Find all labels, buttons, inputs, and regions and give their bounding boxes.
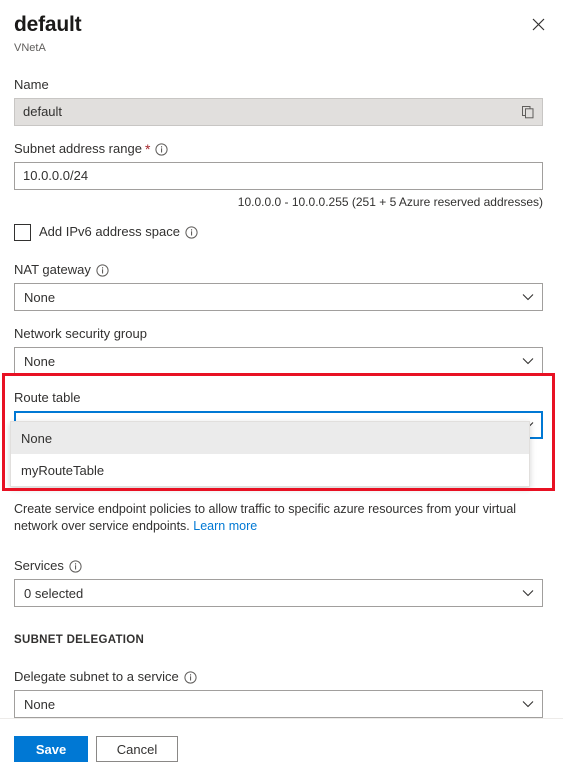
copy-icon[interactable] <box>520 104 536 120</box>
services-label: Services <box>14 557 549 575</box>
subnet-address-range-helper: 10.0.0.0 - 10.0.0.255 (251 + 5 Azure res… <box>237 195 543 209</box>
services-label-text: Services <box>14 558 64 573</box>
delegate-subnet-dropdown[interactable]: None <box>14 690 543 718</box>
info-icon[interactable] <box>69 559 82 573</box>
cancel-button[interactable]: Cancel <box>96 736 178 762</box>
chevron-down-icon <box>522 587 534 599</box>
chevron-down-icon <box>522 355 534 367</box>
subnet-address-range-label-text: Subnet address range <box>14 141 142 156</box>
nat-gateway-dropdown[interactable]: None <box>14 283 543 311</box>
services-dropdown[interactable]: 0 selected <box>14 579 543 607</box>
required-asterisk: * <box>144 141 151 157</box>
panel-body: Name default Subnet address range * 10.0… <box>0 76 563 718</box>
route-table-option-myroutetable[interactable]: myRouteTable <box>11 454 529 486</box>
panel-header: default VNetA <box>0 0 563 56</box>
network-security-group-dropdown[interactable]: None <box>14 347 543 375</box>
ipv6-label-text: Add IPv6 address space <box>39 224 180 239</box>
page-title: default <box>14 13 82 36</box>
route-table-option-list: None myRouteTable <box>10 421 530 487</box>
network-security-group-label: Network security group <box>14 325 549 343</box>
field-nat-gateway: NAT gateway None <box>14 261 549 311</box>
delegate-subnet-value: None <box>24 696 56 712</box>
field-name: Name default <box>14 76 549 126</box>
panel-footer: Save Cancel <box>0 718 563 781</box>
field-delegate-subnet: Delegate subnet to a service None <box>14 668 549 718</box>
name-label-text: Name <box>14 77 49 92</box>
delegate-subnet-label: Delegate subnet to a service <box>14 668 549 686</box>
service-endpoints-description-text: Create service endpoint policies to allo… <box>14 502 517 533</box>
close-icon <box>532 18 545 31</box>
name-label: Name <box>14 76 549 94</box>
route-table-label: Route table <box>14 389 549 407</box>
route-table-option-none[interactable]: None <box>11 422 529 454</box>
chevron-down-icon <box>522 698 534 710</box>
page-subtitle: VNetA <box>14 42 46 54</box>
save-button[interactable]: Save <box>14 736 88 762</box>
subnet-address-range-input[interactable]: 10.0.0.0/24 <box>14 162 543 190</box>
add-ipv6-checkbox[interactable] <box>14 223 31 241</box>
ipv6-checkbox-row[interactable]: Add IPv6 address space <box>14 222 549 242</box>
chevron-down-icon <box>522 291 534 303</box>
subnet-address-range-value: 10.0.0.0/24 <box>23 168 89 183</box>
info-icon[interactable] <box>184 670 197 684</box>
route-table-label-text: Route table <box>14 390 81 405</box>
nat-gateway-value: None <box>24 289 56 305</box>
nat-gateway-label-text: NAT gateway <box>14 262 91 277</box>
field-network-security-group: Network security group None <box>14 325 549 375</box>
network-security-group-label-text: Network security group <box>14 326 147 341</box>
name-input[interactable]: default <box>14 98 543 126</box>
subnet-edit-panel: default VNetA Name default Subnet addres… <box>0 0 563 781</box>
delegate-subnet-label-text: Delegate subnet to a service <box>14 669 179 684</box>
field-services: Services 0 selected <box>14 557 549 607</box>
field-subnet-address-range: Subnet address range * 10.0.0.0/24 10.0.… <box>14 140 549 210</box>
network-security-group-value: None <box>24 353 56 369</box>
service-endpoints-description: Create service endpoint policies to allo… <box>14 501 547 535</box>
name-input-value: default <box>23 104 63 119</box>
services-value: 0 selected <box>24 585 84 601</box>
info-icon[interactable] <box>155 142 168 156</box>
learn-more-link[interactable]: Learn more <box>193 519 257 533</box>
subnet-address-range-label: Subnet address range * <box>14 140 549 158</box>
info-icon[interactable] <box>96 263 109 277</box>
close-button[interactable] <box>524 10 552 38</box>
nat-gateway-label: NAT gateway <box>14 261 549 279</box>
info-icon[interactable] <box>185 225 198 239</box>
ipv6-label: Add IPv6 address space <box>39 223 198 241</box>
subnet-delegation-heading: SUBNET DELEGATION <box>14 634 145 646</box>
